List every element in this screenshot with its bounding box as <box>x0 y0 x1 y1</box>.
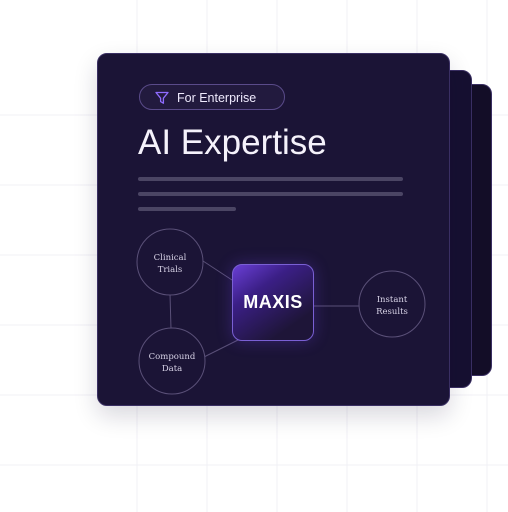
logo-wordmark: MAXIS <box>243 292 303 312</box>
connector-clinical-logo <box>202 260 233 281</box>
connector-compound-logo <box>203 338 241 358</box>
compound-data-label: Compound Data <box>148 352 196 374</box>
feature-card: For Enterprise AI Expertise Clinical Tri… <box>97 53 450 406</box>
illustration: For Enterprise AI Expertise Clinical Tri… <box>0 0 508 512</box>
maxis-logo: MAXIS <box>232 264 314 341</box>
connector-clinical-compound <box>169 293 172 330</box>
instant-results-label: Instant Results <box>376 295 408 317</box>
clinical-trials-label: Clinical Trials <box>153 253 187 275</box>
